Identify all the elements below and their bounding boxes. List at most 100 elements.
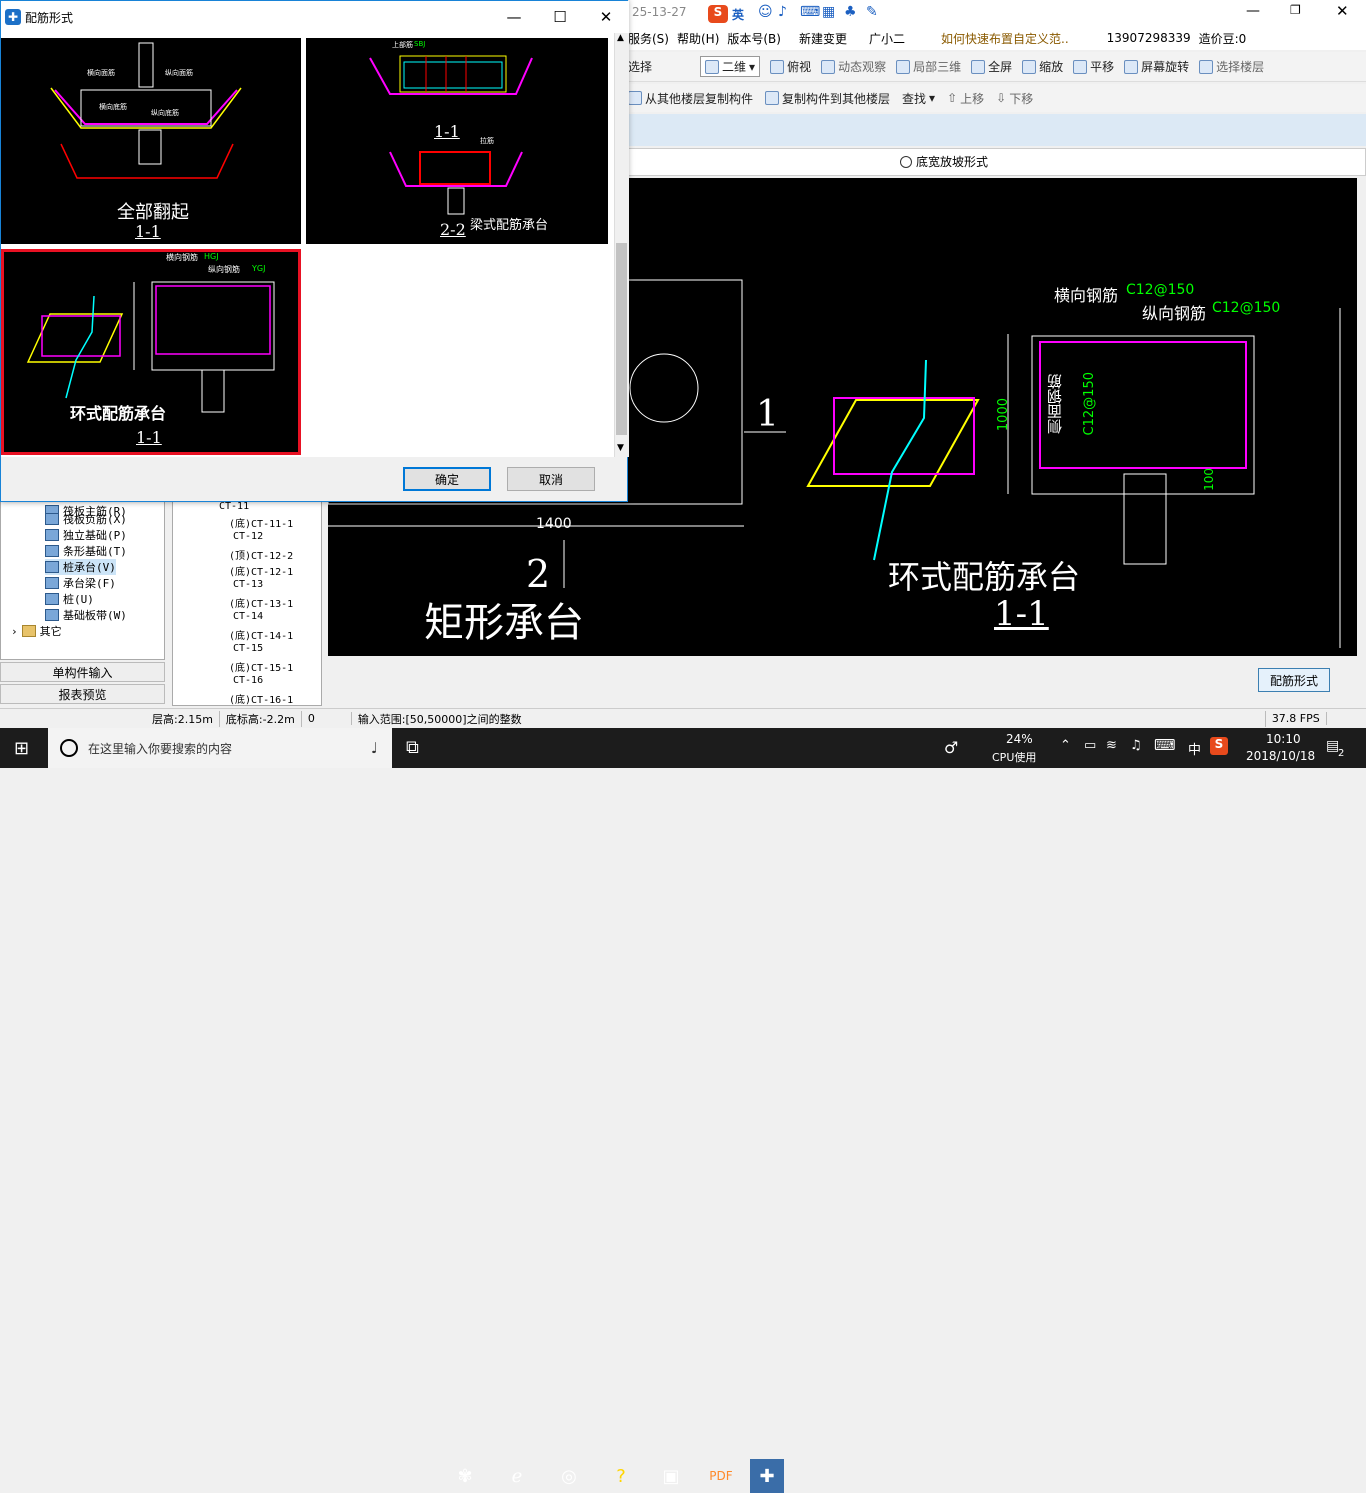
tool-pan[interactable]: 平移 xyxy=(1073,58,1114,75)
help-app-icon[interactable]: ? xyxy=(604,1459,638,1493)
cap-sub-node[interactable]: (顶)CT-12-2 xyxy=(229,547,293,562)
scrollbar-thumb[interactable] xyxy=(616,243,627,435)
restore-app-icon[interactable]: ❐ xyxy=(1290,3,1301,17)
tool-top-view[interactable]: 俯视 xyxy=(770,58,811,75)
tree-item-raft-neg[interactable]: 筏板负筋(X) xyxy=(45,511,127,527)
keyboard-tray-icon[interactable]: ⌨ xyxy=(1154,736,1176,754)
microphone-icon[interactable]: ♩ xyxy=(371,739,378,757)
rebar-form-button[interactable]: 配筋形式 xyxy=(1258,668,1330,692)
tool-copy-from-floor[interactable]: 从其他楼层复制构件 xyxy=(628,90,753,107)
status-value: 0 xyxy=(302,712,352,725)
emoji-icon[interactable]: ☺ xyxy=(758,4,773,20)
option-ring-type[interactable]: 横向钢筋 HGJ 纵向钢筋 YGJ 环式配筋承台 1-1 xyxy=(1,249,301,455)
tool-local-3d[interactable]: 局部三维 xyxy=(896,58,961,75)
pdf-icon[interactable]: PDF xyxy=(704,1459,738,1493)
photos-icon[interactable]: ▣ xyxy=(654,1459,688,1493)
tray-up-icon[interactable]: ⌃ xyxy=(1060,738,1071,753)
report-preview-button[interactable]: 报表预览 xyxy=(0,684,165,704)
wifi-icon[interactable]: ≋ xyxy=(1106,738,1117,753)
sogou-ime-icon[interactable]: S xyxy=(708,5,728,23)
cap-sub-node[interactable]: (底)CT-13-1 xyxy=(229,595,293,610)
menu-help[interactable]: 帮助(H) xyxy=(677,30,719,47)
view-mode-select[interactable]: 二维 ▾ xyxy=(700,56,761,77)
tool-move-up[interactable]: ⇧ 上移 xyxy=(947,90,984,107)
cap-sub-node[interactable]: (底)CT-11-1 xyxy=(229,515,293,530)
clock-time[interactable]: 10:10 xyxy=(1266,732,1301,746)
copy-from-icon xyxy=(628,91,642,105)
ime-indicator[interactable]: 中 xyxy=(1188,739,1201,758)
minimize-app-icon[interactable]: — xyxy=(1246,3,1260,19)
single-component-input-button[interactable]: 单构件输入 xyxy=(0,662,165,682)
mic-icon[interactable]: ♪ xyxy=(778,4,787,20)
tree-item-other[interactable]: › 其它 xyxy=(11,623,62,639)
menu-cost-beans[interactable]: 造价豆:0 xyxy=(1199,30,1247,47)
cap-node[interactable]: CT-14 xyxy=(233,611,263,622)
close-app-icon[interactable]: ✕ xyxy=(1336,2,1349,20)
close-icon[interactable]: ✕ xyxy=(583,1,629,33)
tool-select-floor[interactable]: 选择楼层 xyxy=(1199,58,1264,75)
tool-fullscreen[interactable]: 全屏 xyxy=(971,58,1012,75)
thumb3-code-transverse: HGJ xyxy=(204,252,219,261)
radio-circle-icon xyxy=(900,155,912,168)
tool-copy-to-floor[interactable]: 复制构件到其他楼层 xyxy=(765,90,890,107)
radio-bottom-slope[interactable]: 底宽放坡形式 xyxy=(900,153,988,170)
tool-orbit[interactable]: 动态观察 xyxy=(821,58,886,75)
menu-service[interactable]: 服务(S) xyxy=(628,30,669,47)
tree-item-strip-band[interactable]: 基础板带(W) xyxy=(45,607,127,623)
cap-node[interactable]: CT-13 xyxy=(233,579,263,590)
volume-icon[interactable]: ♫ xyxy=(1130,738,1142,753)
tool-find[interactable]: 查找 ▾ xyxy=(902,90,935,107)
menu-tip-link[interactable]: 如何快速布置自定义范.. xyxy=(941,30,1069,47)
ie-icon[interactable]: ℯ xyxy=(500,1459,534,1493)
tool-zoom[interactable]: 缩放 xyxy=(1022,58,1063,75)
cap-sub-node[interactable]: (底)CT-14-1 xyxy=(229,627,293,642)
menu-guangxiaoer[interactable]: 广小二 xyxy=(869,30,905,47)
scroll-up-icon[interactable]: ▲ xyxy=(617,33,624,43)
thumb3-code-longitudinal: YGJ xyxy=(252,264,266,273)
cap-sub-node[interactable]: (底)CT-15-1 xyxy=(229,659,293,674)
cap-node[interactable]: CT-15 xyxy=(233,643,263,654)
cap-node[interactable]: CT-12 xyxy=(233,531,263,542)
tree-item-pile[interactable]: 桩(U) xyxy=(45,591,94,607)
orbit-icon xyxy=(821,59,836,74)
tree-item-isolated[interactable]: 独立基础(P) xyxy=(45,527,127,543)
option-full-bent[interactable]: 横向面筋 纵向面筋 横向底筋 纵向底筋 全部翻起 1-1 xyxy=(1,38,301,244)
menu-new-change[interactable]: 新建变更 xyxy=(799,30,847,47)
clock-date[interactable]: 2018/10/18 xyxy=(1246,749,1315,763)
tool-move-down[interactable]: ⇩ 下移 xyxy=(996,90,1033,107)
tool-rotate[interactable]: 屏幕旋转 xyxy=(1124,58,1189,75)
battery-icon[interactable]: ▭ xyxy=(1084,738,1096,753)
shirt-icon[interactable]: ♣ xyxy=(844,4,857,20)
keyboard-icon[interactable]: ⌨ xyxy=(800,4,820,20)
cap-node[interactable]: CT-16 xyxy=(233,675,263,686)
cap-node[interactable]: CT-11 xyxy=(219,501,249,512)
menu-version[interactable]: 版本号(B) xyxy=(727,30,781,47)
ok-button[interactable]: 确定 xyxy=(403,467,491,491)
maximize-icon[interactable]: ☐ xyxy=(537,1,583,33)
tree-item-cap-beam[interactable]: 承台梁(F) xyxy=(45,575,116,591)
tool-select[interactable]: 选择 xyxy=(628,58,652,75)
sogou-tray-icon[interactable]: S xyxy=(1210,737,1228,755)
tree-item-pile-cap[interactable]: 桩承台(V) xyxy=(45,559,116,575)
grid-icon[interactable]: ▦ xyxy=(822,4,835,20)
taskbar-search[interactable]: 在这里输入你要搜索的内容 ♩ xyxy=(48,728,392,768)
people-icon[interactable]: ♂ xyxy=(944,738,958,757)
scroll-down-icon[interactable]: ▼ xyxy=(617,443,624,453)
task-view-icon[interactable]: ⧉ xyxy=(406,737,419,758)
option-beam-type[interactable]: 上部筋 SBJ 拉筋 1-1 2-2 梁式配筋承台 xyxy=(306,38,608,244)
cancel-button[interactable]: 取消 xyxy=(507,467,595,491)
local-3d-icon xyxy=(896,59,911,74)
menu-account[interactable]: 13907298339 xyxy=(1107,31,1191,45)
fan-app-icon[interactable]: ✾ xyxy=(448,1459,482,1493)
ime-mode[interactable]: 英 xyxy=(732,6,744,23)
windows-start-icon[interactable]: ⊞ xyxy=(14,738,29,759)
app-swirl-icon[interactable]: ◎ xyxy=(552,1459,586,1493)
wrench-icon[interactable]: ✎ xyxy=(866,4,878,20)
glodon-app-icon[interactable]: ✚ xyxy=(750,1459,784,1493)
band-icon xyxy=(45,609,59,621)
status-floor-height: 层高:2.15m xyxy=(146,710,220,727)
minimize-icon[interactable]: — xyxy=(491,1,537,33)
cap-sub-node[interactable]: (底)CT-12-1 xyxy=(229,563,293,578)
cap-sub-node[interactable]: (底)CT-16-1 xyxy=(229,691,293,706)
tree-item-strip[interactable]: 条形基础(T) xyxy=(45,543,127,559)
